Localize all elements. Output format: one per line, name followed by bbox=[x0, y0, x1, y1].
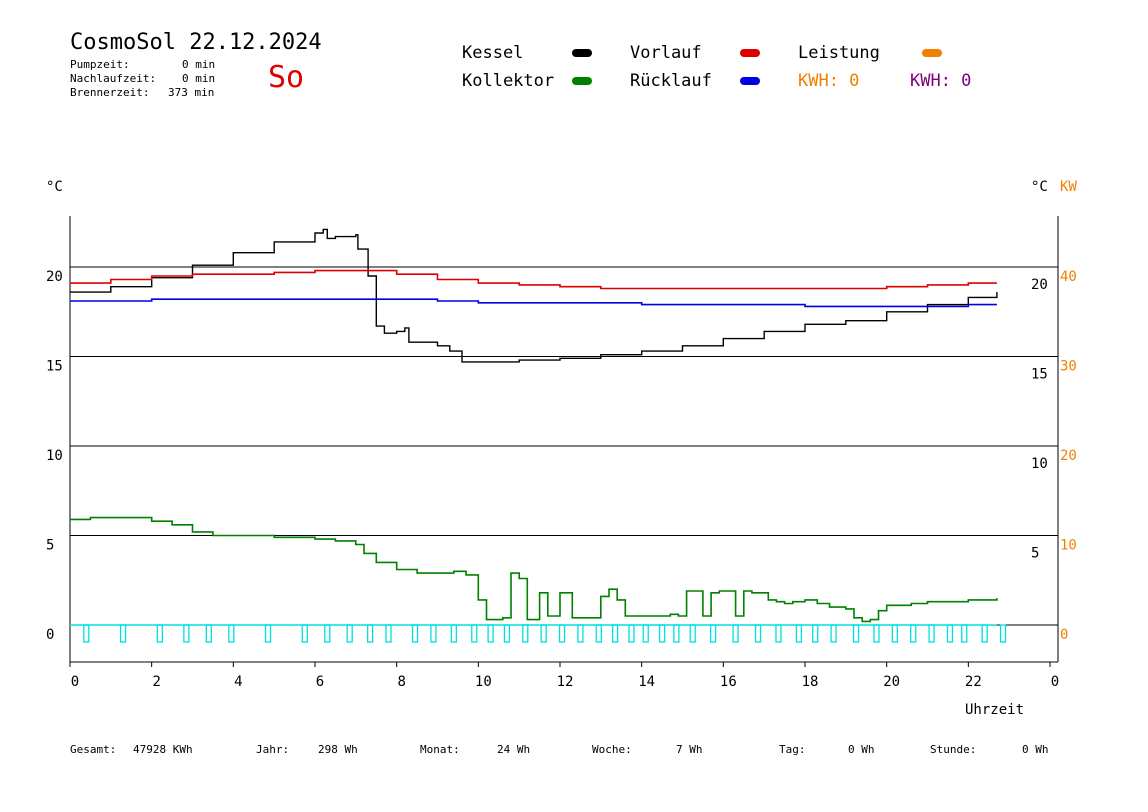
pump-pulse bbox=[628, 624, 635, 643]
temperature-chart: °C °C KW Uhrzeit 05101520510152001020304… bbox=[46, 179, 1077, 718]
pump-pulse bbox=[411, 624, 419, 643]
footer-woche-value: 7 Wh bbox=[676, 743, 703, 756]
pump-pulse bbox=[228, 624, 235, 643]
pump-pulse bbox=[775, 624, 782, 643]
pump-pulse bbox=[366, 624, 374, 643]
x-tick-label: 12 bbox=[557, 674, 574, 690]
y-right-tick-label: 20 bbox=[1031, 277, 1048, 293]
pump-pulse bbox=[981, 624, 988, 643]
y-right-kw-tick-label: 10 bbox=[1060, 538, 1077, 554]
footer-stunde-label: Stunde: bbox=[930, 743, 977, 756]
y-left-tick-label: 15 bbox=[46, 359, 63, 375]
x-tick-label: 10 bbox=[475, 674, 492, 690]
y-left-tick-label: 0 bbox=[46, 627, 54, 643]
pump-pulse bbox=[689, 624, 696, 643]
y-left-unit: °C bbox=[46, 179, 63, 195]
series-kollektor-line bbox=[70, 516, 998, 623]
x-tick-label: 8 bbox=[397, 674, 405, 690]
pump-pulse bbox=[673, 624, 680, 643]
y-left-tick-label: 5 bbox=[46, 538, 54, 554]
pump-pulse bbox=[928, 624, 935, 643]
y-right-tick-label: 10 bbox=[1031, 456, 1048, 472]
footer-tag-value: 0 Wh bbox=[848, 743, 875, 756]
pump-pulse bbox=[324, 624, 331, 643]
x-tick-label: 0 bbox=[1051, 674, 1059, 690]
x-tick-label: 18 bbox=[802, 674, 819, 690]
pump-pulse bbox=[540, 624, 547, 643]
pump-pulse bbox=[642, 624, 649, 643]
pump-pulse bbox=[346, 624, 353, 643]
x-tick-label: 4 bbox=[234, 674, 242, 690]
footer-woche-label: Woche: bbox=[592, 743, 632, 756]
pump-pulse bbox=[522, 624, 529, 643]
y-right-unit: °C bbox=[1031, 179, 1048, 195]
pump-pulse bbox=[119, 624, 127, 643]
y-left-tick-label: 20 bbox=[46, 269, 63, 285]
pump-pulse bbox=[503, 624, 511, 643]
x-tick-label: 0 bbox=[71, 674, 79, 690]
y-right-kw-tick-label: 20 bbox=[1060, 448, 1077, 464]
footer-stunde-value: 0 Wh bbox=[1022, 743, 1049, 756]
pump-pulse bbox=[83, 624, 90, 643]
pump-pulse bbox=[264, 624, 272, 643]
pump-pulse bbox=[430, 624, 437, 643]
pump-pulse bbox=[873, 624, 880, 643]
pump-pulse bbox=[910, 624, 917, 643]
x-tick-label: 2 bbox=[152, 674, 160, 690]
pump-pulse bbox=[611, 624, 619, 643]
x-tick-label: 16 bbox=[720, 674, 737, 690]
x-tick-label: 20 bbox=[883, 674, 900, 690]
y-right-kw-tick-label: 0 bbox=[1060, 627, 1068, 643]
pump-pulse bbox=[471, 624, 478, 643]
y-right-tick-label: 15 bbox=[1031, 367, 1048, 383]
footer-jahr-label: Jahr: bbox=[256, 743, 290, 756]
pump-pulse bbox=[961, 624, 968, 643]
pump-pulse bbox=[732, 624, 739, 643]
y-right-kw-tick-label: 30 bbox=[1060, 359, 1077, 375]
series-vorlauf-line bbox=[70, 269, 997, 290]
y-right-kw-unit: KW bbox=[1060, 179, 1077, 195]
pump-pulse bbox=[709, 624, 717, 643]
pump-pulse bbox=[385, 624, 392, 643]
pump-pulse bbox=[852, 624, 860, 643]
pump-pulse bbox=[156, 624, 163, 643]
y-right-kw-tick-label: 40 bbox=[1060, 269, 1077, 285]
series-kessel-line bbox=[70, 228, 998, 363]
pump-pulse bbox=[795, 624, 803, 643]
x-tick-label: 14 bbox=[638, 674, 655, 690]
x-tick-label: 6 bbox=[316, 674, 324, 690]
pump-pulse bbox=[754, 624, 762, 643]
pump-pulse bbox=[830, 624, 837, 643]
footer-jahr-value: 298 Wh bbox=[318, 743, 358, 756]
footer-monat-label: Monat: bbox=[420, 743, 460, 756]
footer-gesamt-value: 47928 KWh bbox=[133, 743, 193, 756]
pump-pulse bbox=[450, 624, 457, 643]
x-axis-label: Uhrzeit bbox=[965, 702, 1024, 718]
footer-gesamt-label: Gesamt: bbox=[70, 743, 117, 756]
pump-pulse bbox=[183, 624, 190, 643]
pump-pulse bbox=[595, 624, 602, 643]
y-right-tick-label: 5 bbox=[1031, 546, 1039, 562]
series-ruecklauf-line bbox=[70, 298, 997, 308]
pump-pulse bbox=[301, 624, 308, 643]
pump-pulse bbox=[205, 624, 212, 643]
footer-tag-label: Tag: bbox=[779, 743, 806, 756]
footer-monat-value: 24 Wh bbox=[497, 743, 531, 756]
pump-pulse bbox=[658, 624, 666, 643]
x-tick-label: 22 bbox=[965, 674, 982, 690]
pump-pulse bbox=[891, 624, 898, 643]
y-left-tick-label: 10 bbox=[46, 448, 63, 464]
pump-pulse bbox=[577, 624, 584, 643]
pump-pulse bbox=[946, 624, 954, 643]
pump-pulse bbox=[812, 624, 819, 643]
pump-pulse bbox=[999, 624, 1007, 643]
pump-pulse bbox=[558, 624, 566, 643]
pump-pulse bbox=[487, 624, 494, 643]
